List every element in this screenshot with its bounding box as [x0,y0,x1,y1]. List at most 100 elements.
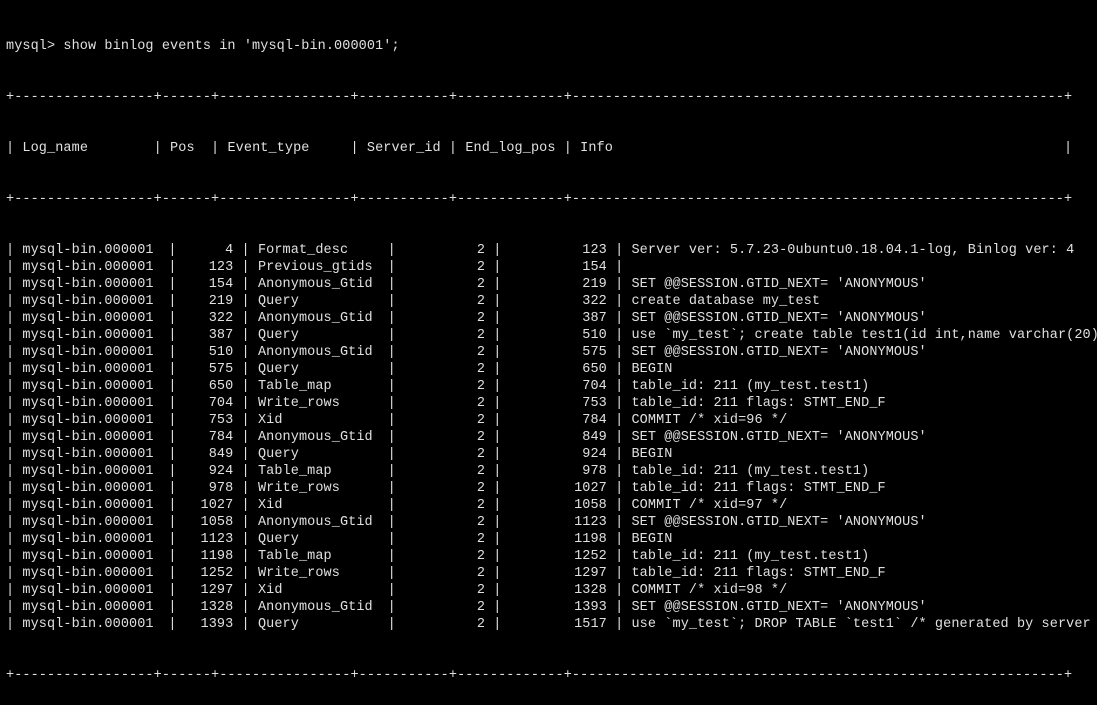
cell-end-log-pos: 387 [510,310,607,327]
cell-pos: 978 [185,480,234,497]
cell-event-type: Anonymous_Gtid [258,310,380,327]
table-row: | mysql-bin.000001 | 650 | Table_map | 2… [6,378,1091,395]
cell-event-type: Table_map [258,378,380,395]
cell-info: table_id: 211 (my_test.test1) [631,378,1097,395]
cell-end-log-pos: 753 [510,395,607,412]
cell-log-name: mysql-bin.000001 [22,429,160,446]
cell-server-id: 2 [404,565,485,582]
table-row: | mysql-bin.000001 | 322 | Anonymous_Gti… [6,310,1091,327]
table-row: | mysql-bin.000001 | 387 | Query | 2 | 5… [6,327,1091,344]
table-row: | mysql-bin.000001 | 753 | Xid | 2 | 784… [6,412,1091,429]
cell-end-log-pos: 575 [510,344,607,361]
table-row: | mysql-bin.000001 | 924 | Table_map | 2… [6,463,1091,480]
cell-end-log-pos: 1027 [510,480,607,497]
cell-event-type: Query [258,616,380,633]
cell-end-log-pos: 510 [510,327,607,344]
cell-server-id: 2 [404,463,485,480]
cell-event-type: Query [258,361,380,378]
cell-end-log-pos: 849 [510,429,607,446]
cell-event-type: Write_rows [258,395,380,412]
cell-info: Server ver: 5.7.23-0ubuntu0.18.04.1-log,… [631,242,1097,259]
cell-log-name: mysql-bin.000001 [22,259,160,276]
cell-server-id: 2 [404,599,485,616]
cell-pos: 1393 [185,616,234,633]
table-row: | mysql-bin.000001 | 575 | Query | 2 | 6… [6,361,1091,378]
cell-end-log-pos: 1393 [510,599,607,616]
cell-log-name: mysql-bin.000001 [22,599,160,616]
col-header-end-log-pos: End_log_pos [465,141,555,156]
cell-log-name: mysql-bin.000001 [22,616,160,633]
cell-info: table_id: 211 flags: STMT_END_F [631,395,1097,412]
col-header-event-type: Event_type [227,141,342,156]
cell-server-id: 2 [404,276,485,293]
cell-event-type: Query [258,293,380,310]
cell-log-name: mysql-bin.000001 [22,327,160,344]
cell-pos: 753 [185,412,234,429]
cell-pos: 849 [185,446,234,463]
cell-pos: 924 [185,463,234,480]
cell-event-type: Query [258,327,380,344]
cell-event-type: Anonymous_Gtid [258,514,380,531]
cell-end-log-pos: 322 [510,293,607,310]
table-row: | mysql-bin.000001 | 784 | Anonymous_Gti… [6,429,1091,446]
cell-event-type: Anonymous_Gtid [258,276,380,293]
cell-end-log-pos: 1252 [510,548,607,565]
cell-event-type: Xid [258,582,380,599]
cell-pos: 219 [185,293,234,310]
cell-server-id: 2 [404,242,485,259]
table-row: | mysql-bin.000001 | 704 | Write_rows | … [6,395,1091,412]
table-row: | mysql-bin.000001 | 1297 | Xid | 2 | 13… [6,582,1091,599]
cell-end-log-pos: 978 [510,463,607,480]
table-row: | mysql-bin.000001 | 1328 | Anonymous_Gt… [6,599,1091,616]
table-border-bottom: +-----------------+------+--------------… [6,667,1091,684]
cell-end-log-pos: 1123 [510,514,607,531]
cell-server-id: 2 [404,412,485,429]
cell-server-id: 2 [404,582,485,599]
cell-log-name: mysql-bin.000001 [22,395,160,412]
cell-server-id: 2 [404,361,485,378]
cell-server-id: 2 [404,293,485,310]
cell-info: SET @@SESSION.GTID_NEXT= 'ANONYMOUS' [631,429,1097,446]
terminal-output: mysql> show binlog events in 'mysql-bin.… [0,0,1097,705]
cell-event-type: Anonymous_Gtid [258,599,380,616]
cell-info: BEGIN [631,361,1097,378]
cell-pos: 575 [185,361,234,378]
cell-info: COMMIT /* xid=98 */ [631,582,1097,599]
cell-info: SET @@SESSION.GTID_NEXT= 'ANONYMOUS' [631,514,1097,531]
cell-pos: 1252 [185,565,234,582]
sql-prompt-line: mysql> show binlog events in 'mysql-bin.… [6,38,1091,55]
cell-end-log-pos: 1297 [510,565,607,582]
cell-info: SET @@SESSION.GTID_NEXT= 'ANONYMOUS' [631,276,1097,293]
cell-server-id: 2 [404,531,485,548]
cell-event-type: Anonymous_Gtid [258,344,380,361]
table-border-mid: +-----------------+------+--------------… [6,191,1091,208]
cell-pos: 123 [185,259,234,276]
cell-log-name: mysql-bin.000001 [22,310,160,327]
table-row: | mysql-bin.000001 | 4 | Format_desc | 2… [6,242,1091,259]
table-row: | mysql-bin.000001 | 1393 | Query | 2 | … [6,616,1091,633]
cell-server-id: 2 [404,259,485,276]
cell-info: SET @@SESSION.GTID_NEXT= 'ANONYMOUS' [631,599,1097,616]
cell-server-id: 2 [404,395,485,412]
cell-server-id: 2 [404,480,485,497]
cell-log-name: mysql-bin.000001 [22,242,160,259]
table-row: | mysql-bin.000001 | 1198 | Table_map | … [6,548,1091,565]
table-row: | mysql-bin.000001 | 510 | Anonymous_Gti… [6,344,1091,361]
cell-server-id: 2 [404,616,485,633]
col-header-info: Info [580,141,1056,156]
cell-log-name: mysql-bin.000001 [22,514,160,531]
cell-end-log-pos: 924 [510,446,607,463]
cell-server-id: 2 [404,344,485,361]
cell-info: table_id: 211 flags: STMT_END_F [631,565,1097,582]
cell-info: BEGIN [631,446,1097,463]
cell-info: SET @@SESSION.GTID_NEXT= 'ANONYMOUS' [631,344,1097,361]
cell-pos: 1328 [185,599,234,616]
cell-info: table_id: 211 (my_test.test1) [631,463,1097,480]
cell-pos: 154 [185,276,234,293]
cell-info: use `my_test`; create table test1(id int… [631,327,1097,344]
cell-event-type: Table_map [258,548,380,565]
cell-log-name: mysql-bin.000001 [22,276,160,293]
cell-log-name: mysql-bin.000001 [22,344,160,361]
cell-info: table_id: 211 (my_test.test1) [631,548,1097,565]
cell-event-type: Anonymous_Gtid [258,429,380,446]
